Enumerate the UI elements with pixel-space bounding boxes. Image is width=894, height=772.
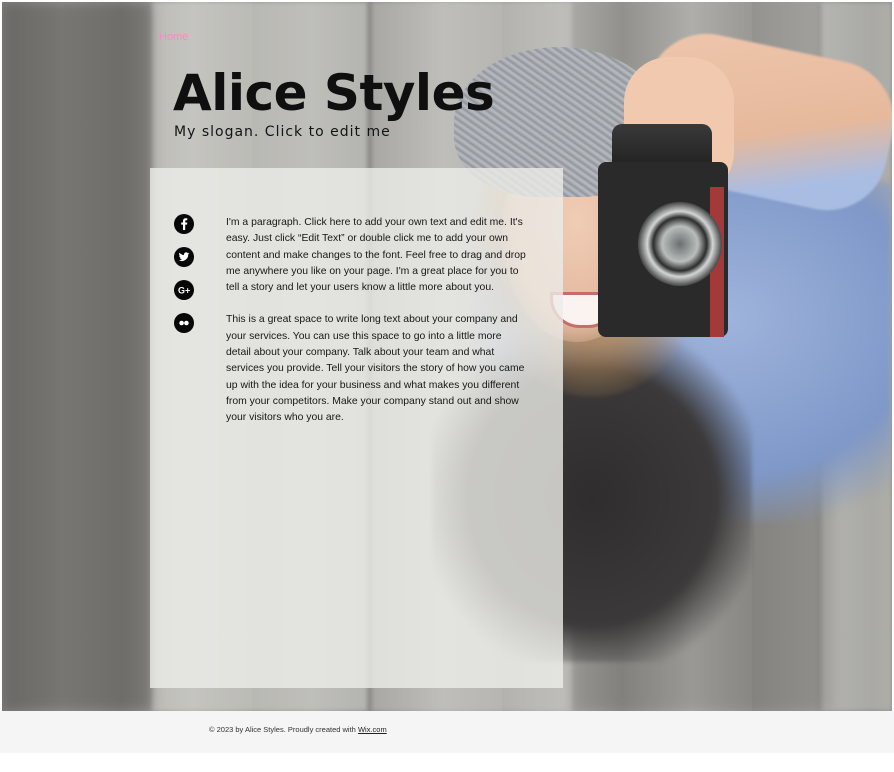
social-bar: G+ [174,214,194,346]
footer-wix-link[interactable]: Wix.com [358,725,387,734]
flickr-icon[interactable] [174,313,194,333]
page: Home Alice Styles My slogan. Click to ed… [0,0,894,772]
about-paragraph-2: This is a great space to write long text… [226,314,525,424]
site-slogan[interactable]: My slogan. Click to edit me [174,124,391,140]
facebook-icon[interactable] [174,214,194,234]
about-paragraph-1: I'm a paragraph. Click here to add your … [226,217,526,294]
about-text-block[interactable]: I'm a paragraph. Click here to add your … [226,215,526,443]
google-plus-icon[interactable]: G+ [174,280,194,300]
nav-home-link[interactable]: Home [159,31,188,43]
site-title[interactable]: Alice Styles [173,62,495,124]
svg-text:G+: G+ [178,286,190,296]
footer [0,711,894,753]
footer-copyright: © 2023 by Alice Styles. Proudly created … [209,725,356,734]
twitter-icon[interactable] [174,247,194,267]
footer-text: © 2023 by Alice Styles. Proudly created … [209,725,387,734]
